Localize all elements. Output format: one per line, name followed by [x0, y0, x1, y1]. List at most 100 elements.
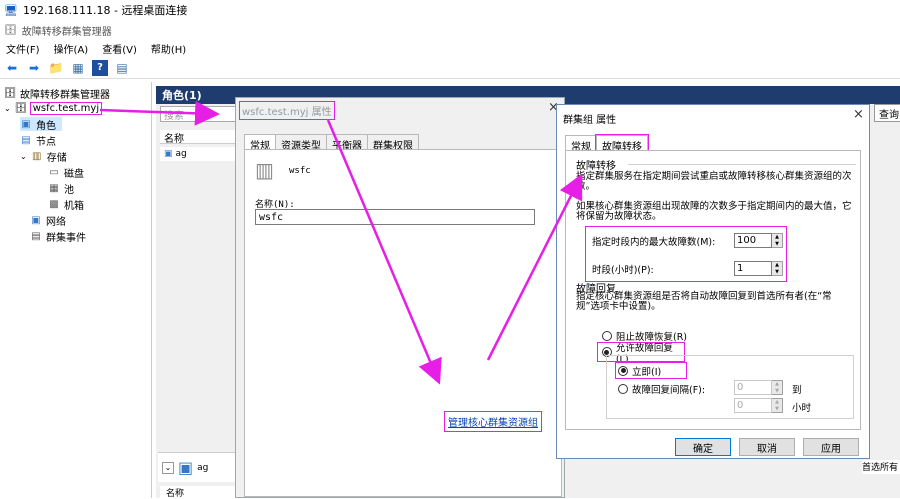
menu-bar: 文件(F) 操作(A) 查看(V) 帮助(H) — [0, 40, 900, 56]
general-tab-panel: ▥ wsfc 名称(N): 管理核心群集资源组 — [244, 149, 562, 497]
period-value[interactable]: 1 — [734, 261, 772, 276]
tree-root-label: 故障转移群集管理器 — [20, 89, 110, 101]
cancel-button[interactable]: 取消 — [739, 438, 795, 456]
action-pane-icon[interactable]: ▤ — [114, 60, 130, 76]
preferred-owner-label: 首选所有 — [862, 460, 900, 474]
hours-label: 小时 — [792, 403, 812, 414]
toolbar: ⬅ ➡ 📁 ▦ ? ▤ — [0, 57, 900, 79]
menu-file[interactable]: 文件(F) — [6, 41, 40, 56]
server-cluster-icon: ▥ — [255, 158, 274, 182]
role-icon: ▣ — [164, 149, 173, 159]
tree-item-pools-label: 池 — [64, 184, 74, 196]
failback-from-spinner[interactable]: 0 ▲ ▼ — [734, 380, 783, 395]
tree-item-roles[interactable]: ▣ 角色 — [20, 117, 62, 132]
failover-tab-panel: 故障转移 指定群集服务在指定期间尝试重启或故障转移核心群集资源组的次数。 如果核… — [565, 150, 861, 430]
tree-item-cluster-events-label: 群集事件 — [46, 232, 86, 244]
roles-row[interactable]: ▣ ag — [160, 147, 238, 161]
nodes-icon: ▤ — [21, 134, 31, 146]
storage-icon: ▥ — [31, 150, 42, 162]
app-title: 故障转移群集管理器 — [21, 26, 112, 38]
cluster-manager-icon: 🗄 — [3, 87, 17, 99]
tree-item-storage[interactable]: ⌄ ▥ 存储 — [20, 149, 67, 164]
rdp-title-bar: 🖥 192.168.111.18 - 远程桌面连接 — [0, 0, 900, 20]
folder-up-icon[interactable]: 📁 — [48, 60, 64, 76]
failback-to-spinner[interactable]: 0 ▲ ▼ — [734, 398, 783, 413]
radio-icon — [618, 384, 628, 394]
tree-item-nodes[interactable]: ▤ 节点 — [20, 133, 56, 148]
failback-from-value[interactable]: 0 — [734, 380, 772, 395]
back-arrow-icon[interactable]: ⬅ — [4, 60, 20, 76]
to-label: 到 — [792, 385, 802, 396]
max-failures-spinner[interactable]: 100 ▲ ▼ — [734, 233, 783, 248]
help-icon[interactable]: ? — [92, 59, 108, 76]
tree-item-cluster-label: wsfc.test.myj — [29, 101, 103, 115]
failback-between-radio[interactable]: 故障回复间隔(F): — [618, 382, 705, 396]
role-large-icon: ▣ — [178, 458, 194, 477]
tree-item-network[interactable]: ▣ 网络 — [30, 213, 66, 228]
tree-item-cluster-events[interactable]: ▤ 群集事件 — [30, 229, 86, 244]
tree-item-disks-label: 磁盘 — [64, 168, 84, 180]
spinner-arrows-icon[interactable]: ▲ ▼ — [772, 380, 783, 395]
name-input[interactable] — [255, 209, 535, 225]
events-icon: ▤ — [31, 230, 41, 242]
failover-description: 指定群集服务在指定期间尝试重启或故障转移核心群集资源组的次数。 — [576, 171, 852, 192]
max-failures-value[interactable]: 100 — [734, 233, 772, 248]
failback-between-label: 故障回复间隔(F): — [632, 385, 706, 396]
ok-button[interactable]: 确定 — [675, 438, 731, 456]
forward-arrow-icon[interactable]: ➡ — [26, 60, 42, 76]
tree-item-enclosures-label: 机箱 — [64, 200, 84, 212]
tree-item-network-label: 网络 — [46, 216, 66, 228]
rdp-window-title: 192.168.111.18 - 远程桌面连接 — [22, 4, 188, 17]
role-detail-header: ⌄ ▣ ag — [158, 452, 238, 482]
roles-icon: ▣ — [21, 118, 31, 130]
tree-item-pools[interactable]: ▦ 池 — [48, 181, 74, 196]
tree-item-storage-label: 存储 — [46, 152, 67, 164]
manage-core-resources-link[interactable]: 管理核心群集资源组 — [444, 411, 542, 432]
role-detail-column-name: 名称 — [160, 486, 238, 499]
enclosure-icon: ▩ — [49, 198, 59, 210]
console-tree-icon[interactable]: ▦ — [70, 60, 86, 76]
chevron-down-icon: ⌄ — [20, 151, 27, 161]
spinner-arrows-icon[interactable]: ▲ ▼ — [772, 233, 783, 248]
group-dialog-title: 群集组 属性 — [563, 115, 617, 126]
cluster-manager-icon: 🗄 — [4, 24, 17, 36]
max-failures-label: 指定时段内的最大故障数(M): — [592, 237, 716, 248]
failback-immediately-label: 立即(I) — [632, 366, 662, 378]
failback-immediately-radio[interactable]: 立即(I) — [615, 362, 687, 379]
failback-to-value[interactable]: 0 — [734, 398, 772, 413]
cluster-properties-dialog: wsfc.test.myj 属性 × 常规 资源类型 平衡器 群集权限 ▥ ws… — [235, 97, 565, 498]
app-title-bar: 🗄 故障转移群集管理器 — [0, 20, 900, 40]
spinner-arrows-icon[interactable]: ▲ ▼ — [772, 261, 783, 276]
chevron-down-icon[interactable]: ⌄ — [162, 461, 174, 474]
tree-item-cluster[interactable]: ⌄ 🗄 wsfc.test.myj — [4, 101, 103, 115]
menu-action[interactable]: 操作(A) — [54, 41, 89, 56]
spinner-arrows-icon[interactable]: ▲ ▼ — [772, 398, 783, 413]
disk-icon: ▭ — [49, 166, 59, 178]
cluster-group-properties-dialog: 群集组 属性 × 常规 故障转移 故障转移 指定群集服务在指定期间尝试重启或故障… — [556, 104, 870, 459]
server-label: wsfc — [289, 166, 311, 176]
tree-item-roles-label: 角色 — [36, 120, 56, 132]
navigation-tree: 🗄 故障转移群集管理器 ⌄ 🗄 wsfc.test.myj ▣ 角色 ▤ 节点 … — [0, 82, 152, 498]
menu-view[interactable]: 查看(V) — [102, 41, 137, 56]
failover-section-title: 故障转移 — [576, 161, 616, 172]
roles-search-input[interactable]: 搜索 — [160, 106, 240, 122]
tree-item-nodes-label: 节点 — [36, 136, 56, 148]
remote-desktop-icon: 🖥 — [4, 3, 18, 17]
roles-column-name[interactable]: 名称 — [160, 130, 238, 145]
period-spinner[interactable]: 1 ▲ ▼ — [734, 261, 783, 276]
period-label: 时段(小时)(P): — [592, 265, 654, 276]
tree-item-enclosures[interactable]: ▩ 机箱 — [48, 197, 84, 212]
roles-row-name: ag — [175, 149, 187, 159]
failback-description: 指定核心群集资源组是否将自动故障回复到首选所有者(在“常规”选项卡中设置)。 — [576, 291, 832, 312]
cluster-icon: 🗄 — [14, 102, 28, 114]
cluster-properties-title: wsfc.test.myj 属性 — [239, 101, 335, 120]
tree-root[interactable]: 🗄 故障转移群集管理器 — [3, 86, 110, 101]
tree-item-disks[interactable]: ▭ 磁盘 — [48, 165, 84, 180]
query-button[interactable]: 查询 — [874, 104, 900, 122]
radio-selected-icon — [618, 365, 628, 376]
chevron-down-icon: ⌄ — [4, 103, 11, 113]
apply-button[interactable]: 应用 — [803, 438, 859, 456]
failover-description-2: 如果核心群集资源组出现故障的次数多于指定期间内的最大值，它将保留为故障状态。 — [576, 201, 852, 222]
menu-help[interactable]: 帮助(H) — [151, 41, 186, 56]
close-icon[interactable]: × — [853, 107, 864, 122]
